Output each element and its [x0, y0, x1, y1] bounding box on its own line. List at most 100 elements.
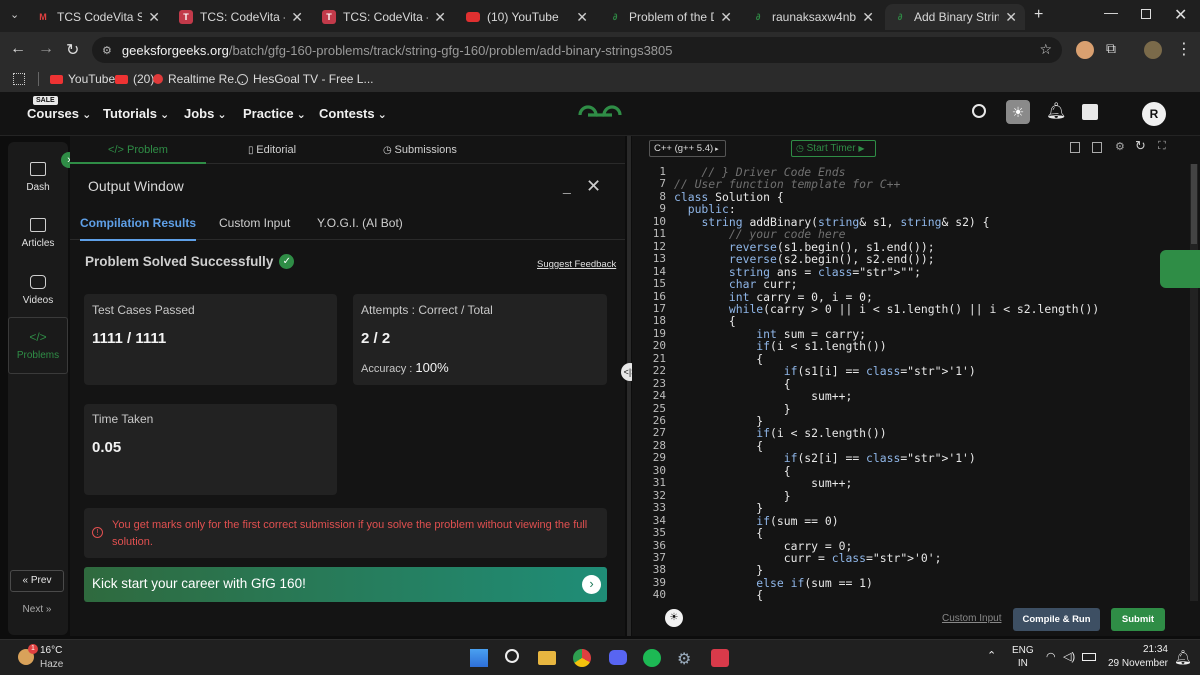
code-line[interactable]: }: [674, 402, 791, 416]
code-line[interactable]: reverse(s1.begin(), s1.end());: [674, 240, 935, 254]
nav-courses[interactable]: Courses ⌄: [27, 106, 91, 121]
nav-tutorials[interactable]: Tutorials ⌄: [103, 106, 169, 121]
tab-compilation-results[interactable]: Compilation Results: [80, 216, 197, 241]
browser-tab[interactable]: (10) YouTube ✕: [458, 4, 596, 30]
code-line[interactable]: }: [674, 501, 763, 515]
code-line[interactable]: {: [674, 314, 736, 328]
windows-start-icon[interactable]: [470, 649, 488, 667]
close-tab-icon[interactable]: ✕: [576, 9, 588, 26]
code-line[interactable]: }: [674, 489, 791, 503]
panel-splitter[interactable]: [627, 136, 631, 636]
close-tab-icon[interactable]: ✕: [434, 9, 446, 26]
menu-icon[interactable]: ⋮: [1176, 39, 1192, 59]
start-timer-button[interactable]: ◷ Start Timer ▶: [791, 140, 876, 157]
code-line[interactable]: // User function template for C++: [674, 177, 900, 191]
browser-tab[interactable]: M TCS CodeVita Season ✕: [28, 4, 168, 30]
bookmark-youtube-20[interactable]: (20): [115, 72, 154, 86]
spotify-icon[interactable]: [643, 649, 661, 667]
code-line[interactable]: {: [674, 526, 763, 540]
code-line[interactable]: if(s1[i] == class="str">'1'): [674, 364, 976, 378]
code-line[interactable]: else if(sum == 1): [674, 576, 873, 590]
tab-search-icon[interactable]: ⌄: [10, 8, 19, 21]
back-icon[interactable]: ←: [10, 40, 26, 58]
reload-icon[interactable]: ↻: [66, 40, 79, 60]
discord-icon[interactable]: [609, 650, 627, 665]
fullscreen-icon[interactable]: ⛶: [1158, 140, 1166, 153]
taskbar-search-icon[interactable]: [505, 649, 519, 663]
code-line[interactable]: // } Driver Code Ends: [674, 165, 845, 179]
code-line[interactable]: if(i < s2.length()): [674, 426, 886, 440]
code-line[interactable]: reverse(s2.begin(), s2.end());: [674, 252, 935, 266]
code-line[interactable]: {: [674, 377, 791, 391]
custom-input-link[interactable]: Custom Input: [942, 613, 1001, 624]
code-line[interactable]: }: [674, 414, 763, 428]
language-select[interactable]: C++ (g++ 5.4) ▸: [649, 140, 726, 157]
clock[interactable]: 21:34 29 November: [1104, 643, 1168, 671]
code-line[interactable]: public:: [674, 202, 736, 216]
apps-grid-icon[interactable]: [13, 73, 25, 85]
new-tab-icon[interactable]: +: [1034, 6, 1043, 24]
copy-icon[interactable]: [1070, 142, 1080, 153]
tab-custom-input[interactable]: Custom Input: [219, 216, 290, 230]
gfg160-banner[interactable]: Kick start your career with GfG 160! ›: [84, 567, 607, 602]
chat-bubble-icon[interactable]: [1160, 250, 1200, 288]
weather-widget[interactable]: 1 16°C Haze: [18, 643, 98, 673]
url-input[interactable]: ⚙ geeksforgeeks.org /batch/gfg-160-probl…: [92, 37, 1062, 63]
code-line[interactable]: string ans = class="str">"";: [674, 265, 921, 279]
code-line[interactable]: }: [674, 563, 763, 577]
tab-submissions[interactable]: ◷ Submissions: [383, 136, 483, 164]
browser-tab[interactable]: ∂ Problem of the Day | ✕: [600, 4, 740, 30]
reset-icon[interactable]: ↻: [1135, 138, 1146, 154]
code-line[interactable]: class Solution {: [674, 190, 784, 204]
notification-bell-icon[interactable]: 🔔︎: [1046, 101, 1066, 121]
account-avatar-icon[interactable]: [1144, 41, 1162, 59]
settings-app-icon[interactable]: ⚙: [677, 649, 691, 669]
code-line[interactable]: {: [674, 352, 763, 366]
translate-icon[interactable]: [1082, 104, 1098, 120]
code-line[interactable]: sum++;: [674, 476, 852, 490]
tab-problem[interactable]: </> Problem: [70, 136, 206, 164]
code-line[interactable]: {: [674, 588, 763, 602]
chrome-icon[interactable]: [573, 649, 591, 667]
share-icon[interactable]: [1092, 142, 1102, 153]
code-line[interactable]: if(sum == 0): [674, 514, 838, 528]
browser-tab[interactable]: ∂ raunaksaxw4nb | Gee ✕: [743, 4, 882, 30]
tab-editorial[interactable]: ▯ Editorial: [248, 136, 318, 164]
theme-toggle-icon[interactable]: ☀: [1006, 100, 1030, 124]
suggest-feedback-link[interactable]: Suggest Feedback: [537, 259, 616, 270]
code-line[interactable]: string addBinary(string& s1, string& s2)…: [674, 215, 989, 229]
prev-button[interactable]: « Prev: [10, 570, 64, 592]
profile-extension-icon[interactable]: [1076, 41, 1094, 59]
close-window-icon[interactable]: ✕: [1174, 5, 1187, 25]
gfg-logo[interactable]: [576, 104, 624, 126]
sidenav-articles[interactable]: Articles: [8, 218, 68, 249]
close-tab-icon[interactable]: ✕: [1005, 9, 1017, 26]
code-line[interactable]: if(i < s1.length()): [674, 339, 886, 353]
file-explorer-icon[interactable]: [538, 651, 556, 665]
nav-jobs[interactable]: Jobs ⌄: [184, 106, 227, 121]
code-line[interactable]: {: [674, 464, 791, 478]
language-indicator[interactable]: ENG IN: [1012, 644, 1034, 670]
close-output-icon[interactable]: ✕: [586, 176, 601, 197]
banner-arrow-icon[interactable]: ›: [582, 575, 601, 594]
bookmark-hesgoal[interactable]: HesGoal TV - Free L...: [237, 72, 374, 86]
close-tab-icon[interactable]: ✕: [862, 9, 874, 26]
code-line[interactable]: while(carry > 0 || i < s1.length() || i …: [674, 302, 1099, 316]
browser-tab[interactable]: ∂ Add Binary Strings | P ✕: [885, 4, 1025, 30]
code-line[interactable]: if(s2[i] == class="str">'1'): [674, 451, 976, 465]
bookmark-realtime[interactable]: Realtime Re...: [153, 72, 244, 86]
browser-tab[interactable]: T TCS: CodeVita - Codi ✕: [314, 4, 454, 30]
minimize-icon[interactable]: —: [1104, 4, 1118, 20]
tab-yogi-ai[interactable]: Y.O.G.I. (AI Bot): [317, 216, 403, 230]
nav-practice[interactable]: Practice ⌄: [243, 106, 306, 121]
site-info-icon[interactable]: ⚙: [102, 44, 112, 57]
browser-tab[interactable]: T TCS: CodeVita - Codi ✕: [171, 4, 311, 30]
scrollbar-thumb[interactable]: [1191, 164, 1197, 244]
close-tab-icon[interactable]: ✕: [291, 9, 303, 26]
code-line[interactable]: char curr;: [674, 277, 798, 291]
bookmark-star-icon[interactable]: ☆: [1039, 41, 1052, 58]
code-line[interactable]: int carry = 0, i = 0;: [674, 290, 873, 304]
code-line[interactable]: // your code here: [674, 227, 846, 241]
sidenav-videos[interactable]: Videos: [8, 275, 68, 306]
code-line[interactable]: curr = class="str">'0';: [674, 551, 942, 565]
